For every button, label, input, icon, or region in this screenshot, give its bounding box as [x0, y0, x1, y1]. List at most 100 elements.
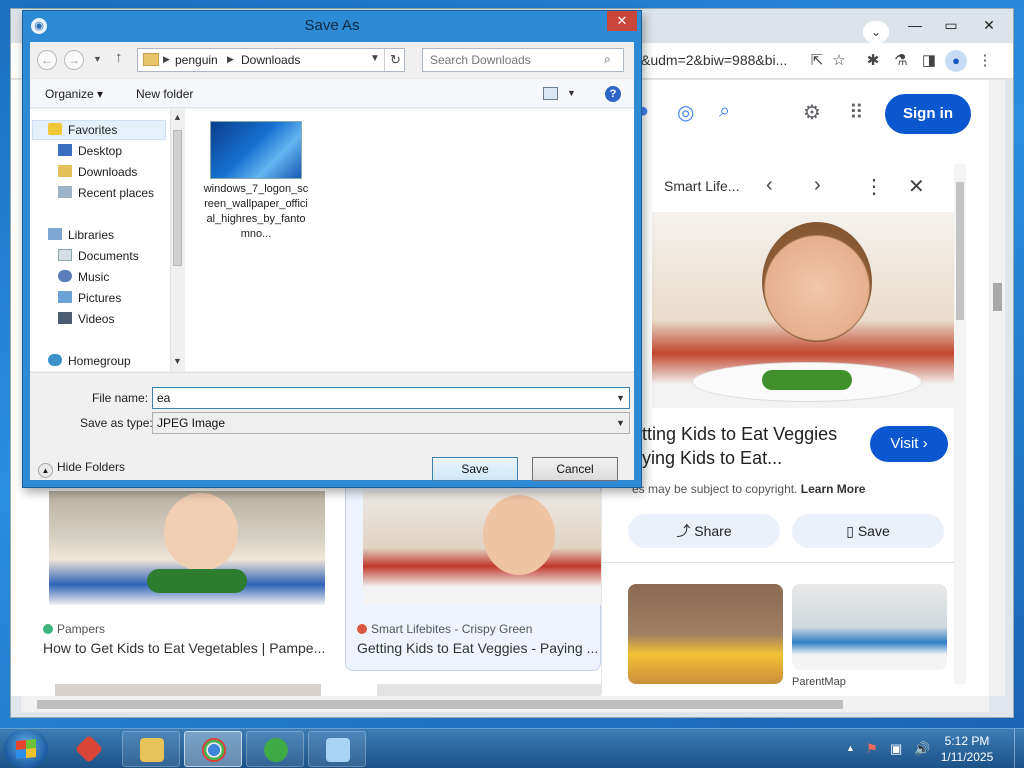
lab-flask-icon[interactable]: ⚗: [891, 51, 911, 71]
breadcrumb-separator-icon[interactable]: ▶: [163, 54, 170, 65]
close-panel-icon[interactable]: ✕: [908, 174, 925, 199]
related-image-thumb[interactable]: [628, 584, 783, 684]
hide-folders-button[interactable]: ▲ Hide Folders: [38, 460, 125, 478]
breadcrumb-separator-icon[interactable]: ▶: [227, 54, 234, 65]
nav-item-videos[interactable]: Videos: [58, 312, 114, 326]
nav-pane-scroll-thumb[interactable]: [173, 130, 182, 266]
save-as-type-select[interactable]: JPEG Image: [152, 412, 630, 434]
profile-avatar[interactable]: ●: [945, 50, 967, 72]
file-thumbnail[interactable]: [210, 121, 302, 179]
visit-button[interactable]: Visit ›: [870, 426, 948, 462]
next-image-icon[interactable]: ›: [814, 174, 821, 197]
settings-gear-icon[interactable]: ⚙: [803, 100, 821, 125]
result-title[interactable]: Getting Kids to Eat Veggies - Paying ...: [357, 640, 601, 656]
tab-search-button[interactable]: ⌄: [863, 21, 889, 43]
view-options-dropdown-icon[interactable]: ▼: [567, 88, 576, 98]
system-clock[interactable]: 5:12 PM 1/11/2025: [936, 733, 998, 765]
search-icon[interactable]: ⌕: [719, 100, 730, 123]
help-icon[interactable]: ?: [605, 86, 621, 102]
bookmark-star-icon[interactable]: ☆: [829, 51, 849, 71]
file-name-label[interactable]: windows_7_logon_screen_wallpaper_officia…: [203, 182, 309, 242]
address-bar-url[interactable]: &udm=2&biw=988&bi...: [641, 52, 787, 68]
breadcrumb-downloads[interactable]: Downloads: [241, 53, 300, 67]
learn-more-link[interactable]: Learn More: [801, 482, 866, 496]
nav-label: Pictures: [78, 291, 122, 305]
recent-locations-icon[interactable]: ▼: [93, 54, 102, 64]
nav-item-recent-places[interactable]: Recent places: [58, 186, 154, 200]
tray-expand-icon[interactable]: ▲: [846, 743, 855, 753]
taskbar-app-notepad[interactable]: [308, 731, 366, 767]
taskbar-app-toolbox[interactable]: [60, 731, 118, 767]
minimize-button[interactable]: —: [897, 13, 933, 37]
dialog-titlebar[interactable]: ◉ Save As ✕: [23, 11, 641, 41]
save-type-dropdown-icon[interactable]: ▼: [616, 418, 625, 428]
taskbar-app-download-manager[interactable]: [246, 731, 304, 767]
new-folder-button[interactable]: New folder: [136, 87, 193, 101]
forward-arrow-icon[interactable]: →: [64, 50, 84, 70]
save-button[interactable]: Save: [432, 457, 518, 481]
result-image-row-2[interactable]: [377, 684, 601, 696]
close-window-button[interactable]: ✕: [971, 13, 1007, 37]
breadcrumb-penguin[interactable]: penguin: [175, 53, 218, 67]
show-desktop-button[interactable]: [1014, 729, 1024, 768]
nav-item-desktop[interactable]: Desktop: [58, 144, 122, 158]
address-dropdown-icon[interactable]: ▼: [370, 53, 380, 64]
pictures-icon: [58, 291, 72, 303]
share-button[interactable]: ⤴ Share: [628, 514, 780, 548]
taskbar-app-chrome[interactable]: [184, 731, 242, 767]
scroll-up-icon[interactable]: ▲: [173, 112, 182, 122]
address-bar[interactable]: ▶ penguin ▶ Downloads ▼ ↻: [137, 48, 405, 72]
nav-item-homegroup[interactable]: Homegroup: [48, 354, 131, 368]
image-broccoli: [147, 569, 247, 593]
result-image-pampers[interactable]: [49, 491, 325, 605]
action-center-flag-icon[interactable]: ⚑: [866, 741, 878, 757]
start-button[interactable]: [4, 730, 48, 768]
result-image-row-2[interactable]: [55, 684, 321, 696]
cancel-button[interactable]: Cancel: [532, 457, 618, 481]
back-arrow-icon[interactable]: ←: [37, 50, 57, 70]
panel-title[interactable]: etting Kids to Eat Veggies aying Kids to…: [632, 422, 852, 470]
nav-item-pictures[interactable]: Pictures: [58, 291, 121, 305]
change-view-icon[interactable]: [543, 87, 558, 100]
search-downloads-input[interactable]: [422, 48, 624, 72]
nav-item-favorites[interactable]: Favorites: [48, 123, 117, 137]
share-label: Share: [694, 523, 732, 539]
more-options-icon[interactable]: ⋮: [864, 174, 884, 199]
related-image-thumb[interactable]: [792, 584, 947, 670]
music-icon: [58, 270, 72, 282]
save-image-button[interactable]: ▯ Save: [792, 514, 944, 548]
page-vertical-thumb[interactable]: [993, 283, 1002, 311]
scroll-down-icon[interactable]: ▼: [173, 356, 182, 366]
page-horizontal-thumb[interactable]: [37, 700, 843, 709]
nav-item-music[interactable]: Music: [58, 270, 109, 284]
file-name-dropdown-icon[interactable]: ▼: [616, 393, 625, 403]
save-as-type-label: Save as type:: [80, 416, 153, 430]
page-vertical-scrollbar[interactable]: [989, 80, 1005, 696]
chrome-menu-icon[interactable]: ⋮: [975, 51, 995, 71]
result-image-smart-lifebites[interactable]: [363, 491, 601, 605]
sign-in-button[interactable]: Sign in: [885, 94, 971, 134]
panel-scroll-thumb[interactable]: [956, 182, 964, 320]
preview-image[interactable]: [652, 212, 962, 408]
result-title[interactable]: How to Get Kids to Eat Vegetables | Pamp…: [43, 640, 333, 656]
nav-item-downloads[interactable]: Downloads: [58, 165, 137, 179]
refresh-icon[interactable]: ↻: [384, 49, 406, 71]
volume-icon[interactable]: 🔊: [914, 741, 930, 757]
up-arrow-icon[interactable]: ↑: [115, 49, 123, 66]
apps-grid-icon[interactable]: ⠿: [849, 100, 864, 125]
maximize-button[interactable]: ▭: [933, 13, 969, 37]
lens-search-icon[interactable]: ◎: [677, 100, 694, 125]
organize-menu[interactable]: Organize ▾: [45, 87, 103, 101]
nav-item-documents[interactable]: Documents: [58, 249, 139, 263]
taskbar-app-explorer[interactable]: [122, 731, 180, 767]
network-icon[interactable]: ▣: [890, 741, 902, 757]
nav-item-libraries[interactable]: Libraries: [48, 228, 114, 242]
desktop-icon: [58, 144, 72, 156]
share-page-icon[interactable]: ⇱: [807, 51, 827, 71]
previous-image-icon[interactable]: ‹: [766, 174, 773, 197]
panel-source[interactable]: Smart Life...: [664, 178, 739, 194]
file-name-input[interactable]: [152, 387, 630, 409]
side-panel-icon[interactable]: ◨: [919, 51, 939, 71]
extensions-icon[interactable]: ✱: [863, 51, 883, 71]
dialog-close-button[interactable]: ✕: [607, 11, 637, 31]
